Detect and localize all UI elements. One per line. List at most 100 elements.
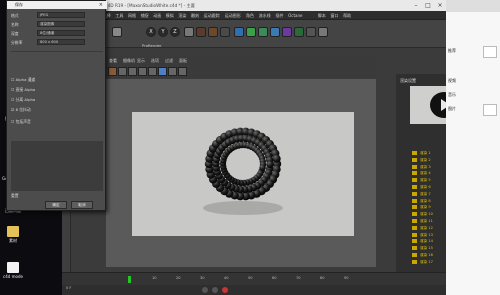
- vp-tool-icon[interactable]: [118, 67, 127, 76]
- menu-item[interactable]: 帮助: [343, 11, 351, 20]
- axis-x-button[interactable]: X: [146, 27, 156, 37]
- field-label: 分辨率: [11, 40, 23, 45]
- field-label: 名称: [11, 22, 19, 27]
- sphere-shape: [272, 154, 281, 163]
- undo-icon[interactable]: [112, 27, 122, 37]
- vp-tool-icon[interactable]: [148, 67, 157, 76]
- minimize-icon[interactable]: –: [410, 0, 422, 11]
- folder-icon: [7, 226, 19, 237]
- axis-z-button[interactable]: Z: [170, 27, 180, 37]
- vp-tool-icon[interactable]: [168, 67, 177, 76]
- light-icon[interactable]: [318, 27, 328, 37]
- menu-item[interactable]: 网格: [128, 11, 136, 20]
- deformer-icon[interactable]: [282, 27, 292, 37]
- cube-icon[interactable]: [234, 27, 244, 37]
- render-name: 渲染 8: [420, 198, 431, 203]
- vp-tool-icon[interactable]: [128, 67, 137, 76]
- dialog-close-icon[interactable]: ×: [99, 1, 103, 9]
- menu-item[interactable]: Octane: [288, 11, 302, 20]
- depth-select[interactable]: 8位/通道: [37, 30, 85, 36]
- floor-icon[interactable]: [294, 27, 304, 37]
- menu-item[interactable]: 模拟: [166, 11, 174, 20]
- viewport-menu-item[interactable]: 选项: [151, 56, 159, 65]
- viewport-menu-item[interactable]: 摄像机: [123, 56, 135, 65]
- render-name: 渲染 2: [420, 157, 431, 162]
- browser-item[interactable]: 图片: [448, 106, 456, 112]
- menu-item[interactable]: 捕捉: [141, 11, 149, 20]
- vp-render-icon[interactable]: [108, 67, 117, 76]
- dialog-empty-area: [11, 141, 103, 191]
- dialog-title: 保存: [7, 1, 107, 9]
- option-alpha[interactable]: ☐ Alpha 通道: [11, 77, 35, 83]
- browser-item[interactable]: 推荐: [448, 48, 456, 54]
- desktop-icon-c4d-file[interactable]: c4d mode: [2, 262, 24, 279]
- render-view-icon[interactable]: [196, 27, 206, 37]
- status-swatch: [412, 157, 417, 162]
- option-separate-alpha[interactable]: ☐ 分离 Alpha: [11, 97, 35, 103]
- status-swatch: [412, 219, 417, 223]
- browser-item[interactable]: 视频: [448, 78, 456, 84]
- option-dither[interactable]: ☑ 8 位抖动: [11, 107, 31, 113]
- desktop-icon-label: 素材: [9, 238, 17, 243]
- axis-y-button[interactable]: Y: [158, 27, 168, 37]
- coordinate-icon[interactable]: [184, 27, 194, 37]
- array-icon[interactable]: [270, 27, 280, 37]
- spline-icon[interactable]: [246, 27, 256, 37]
- menu-item[interactable]: 运动跟踪: [204, 11, 220, 20]
- option-label: 分离 Alpha: [15, 97, 36, 102]
- menu-item[interactable]: 雕刻: [191, 11, 199, 20]
- camera-icon[interactable]: [306, 27, 316, 37]
- menu-item[interactable]: 运动图形: [225, 11, 241, 20]
- desktop-icon-folder[interactable]: 素材: [2, 226, 24, 243]
- maximize-icon[interactable]: □: [422, 0, 434, 11]
- viewport-menu-item[interactable]: 查看: [109, 56, 117, 65]
- render-name: 渲染 6: [420, 185, 431, 189]
- menu-item[interactable]: 窗口: [331, 11, 339, 20]
- viewport-menu-item[interactable]: 面板: [179, 56, 187, 65]
- menu-item[interactable]: 插件: [276, 11, 284, 20]
- playhead-marker[interactable]: [128, 276, 131, 283]
- vp-tool-icon[interactable]: [158, 67, 167, 76]
- option-sound[interactable]: ☐ 包括声音: [11, 119, 31, 125]
- rendered-image: [132, 112, 354, 236]
- option-straight-alpha[interactable]: ☐ 直接 Alpha: [11, 87, 35, 93]
- resolution-field[interactable]: 800 x 600: [37, 39, 85, 45]
- name-field[interactable]: 渲染图像: [37, 21, 85, 27]
- menu-item[interactable]: 工具: [115, 11, 123, 20]
- record-button[interactable]: [222, 287, 228, 293]
- viewport-menu-item[interactable]: 显示: [137, 56, 145, 65]
- ok-button[interactable]: 确定: [45, 201, 67, 209]
- format-select[interactable]: JPEG: [37, 12, 85, 18]
- status-swatch: [412, 232, 417, 237]
- reset-label[interactable]: 重置: [11, 193, 19, 199]
- render-name: 渲染 12: [420, 225, 433, 230]
- menu-item[interactable]: 动画: [153, 11, 161, 20]
- status-swatch: [412, 178, 417, 183]
- status-swatch: [412, 164, 417, 169]
- nurbs-icon[interactable]: [258, 27, 268, 37]
- render-name: 渲染 11: [420, 219, 433, 223]
- cancel-button[interactable]: 取消: [71, 201, 93, 209]
- stop-button[interactable]: [212, 287, 218, 293]
- render-settings-icon[interactable]: [220, 27, 230, 37]
- main-toolbar: X Y Z ProRender: [62, 20, 446, 48]
- status-swatch: [412, 225, 417, 230]
- render-picture-icon[interactable]: [208, 27, 218, 37]
- browser-thumb[interactable]: [483, 46, 497, 58]
- browser-item[interactable]: 音乐: [448, 92, 456, 98]
- play-button[interactable]: [202, 287, 208, 293]
- close-icon[interactable]: ×: [434, 0, 446, 11]
- menu-item[interactable]: 渲染: [178, 11, 186, 20]
- status-swatch: [412, 246, 417, 251]
- menu-item[interactable]: 流水线: [259, 11, 271, 20]
- browser-thumb[interactable]: [483, 104, 497, 116]
- menu-item[interactable]: 脚本: [318, 11, 326, 20]
- option-label: 直接 Alpha: [15, 87, 36, 92]
- status-swatch: [412, 205, 417, 210]
- file-icon: [7, 262, 19, 273]
- render-name: 渲染 10: [420, 212, 433, 217]
- vp-tool-icon[interactable]: [138, 67, 147, 76]
- menu-item[interactable]: 角色: [246, 11, 254, 20]
- vp-tool-icon[interactable]: [178, 67, 187, 76]
- viewport-menu-item[interactable]: 过滤: [165, 56, 173, 65]
